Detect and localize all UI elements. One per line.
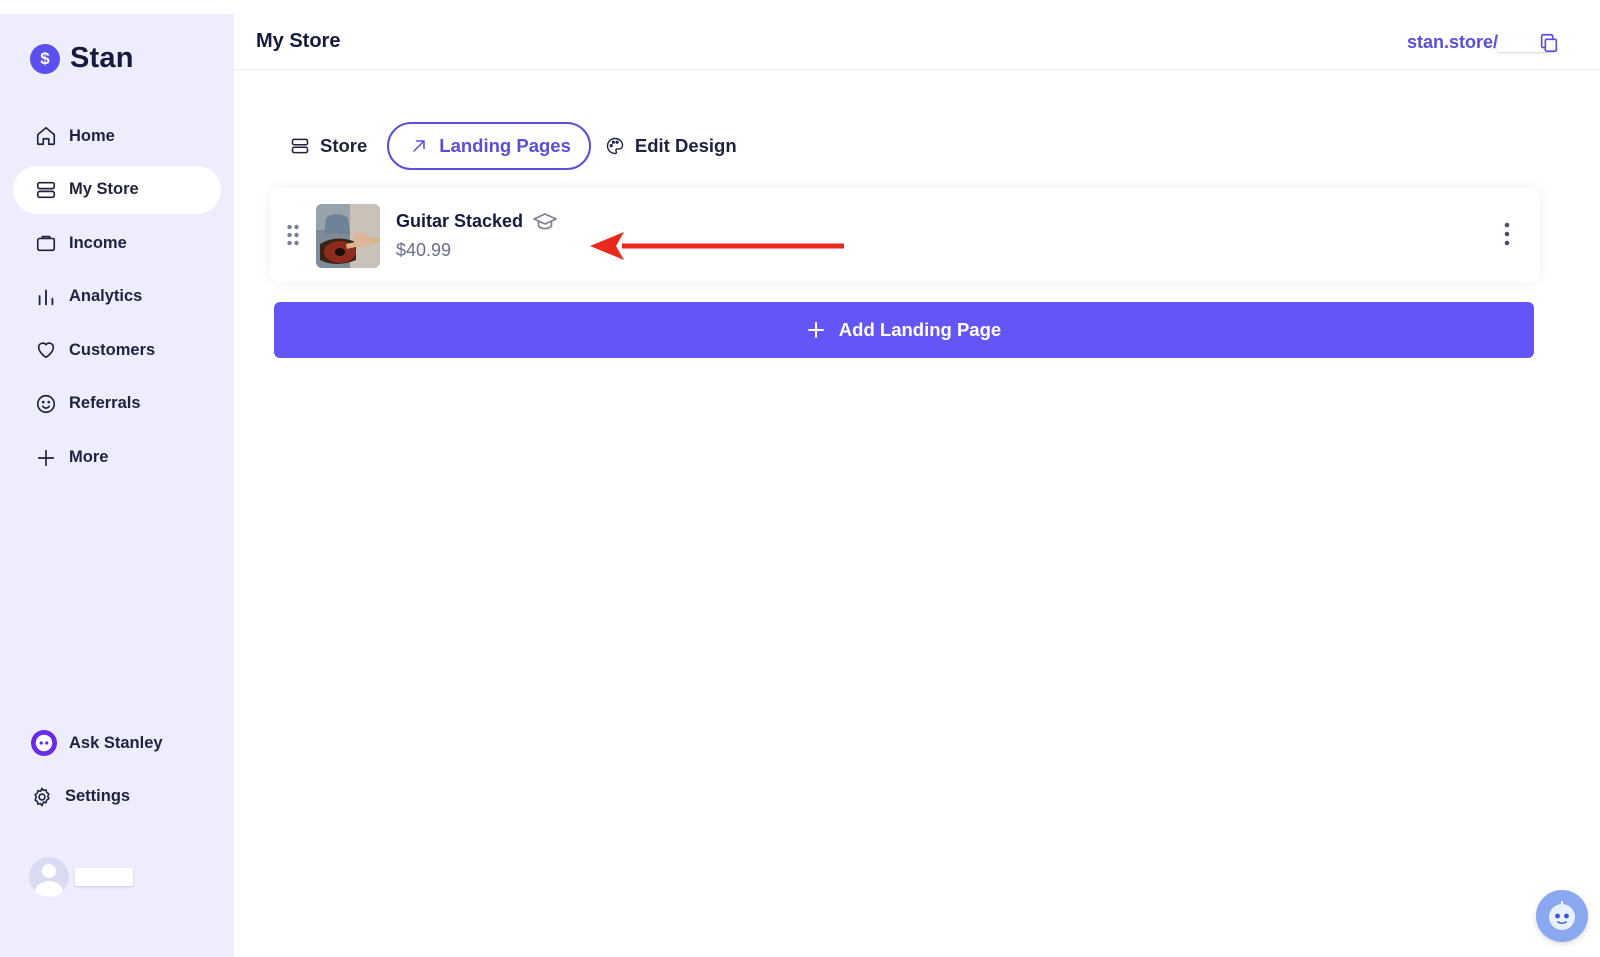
add-landing-page-label: Add Landing Page (838, 319, 1002, 340)
sidebar-item-ask-stanley[interactable]: Ask Stanley (13, 719, 221, 767)
sidebar-item-settings[interactable]: Settings (13, 773, 221, 821)
tab-edit-design[interactable]: Edit Design (591, 122, 757, 170)
page-title: My Store (256, 30, 341, 52)
heart-icon (37, 342, 55, 359)
tab-store[interactable]: Store (276, 122, 387, 170)
copy-icon[interactable] (1538, 32, 1560, 54)
home-icon (36, 126, 56, 146)
assistant-bot-button[interactable] (1536, 890, 1588, 942)
product-thumbnail (316, 204, 380, 268)
sidebar-item-label: Ask Stanley (69, 733, 163, 752)
stanley-icon (31, 730, 57, 756)
app-root: $ Stan Home My Store Income Analytics Cu… (0, 0, 1600, 957)
profile-menu[interactable] (29, 857, 133, 897)
sidebar-item-more[interactable]: More (13, 434, 221, 482)
add-landing-page-button[interactable]: Add Landing Page (274, 302, 1534, 358)
brand-name: Stan (70, 42, 134, 74)
sidebar-item-label: Income (69, 233, 127, 252)
tab-landing-pages[interactable]: Landing Pages (387, 122, 591, 170)
sidebar-item-label: Home (69, 126, 115, 145)
smiley-icon (36, 394, 56, 414)
brand-logo-icon: $ (30, 43, 60, 74)
plus-icon (807, 322, 824, 338)
tab-label: Edit Design (634, 135, 737, 156)
sidebar-item-label: Settings (65, 787, 131, 806)
plus-icon (37, 449, 55, 466)
sidebar-item-label: Customers (69, 340, 156, 359)
store-icon (291, 138, 309, 154)
drag-handle-icon[interactable] (286, 224, 300, 246)
sidebar-item-label: Referrals (69, 394, 141, 413)
sidebar-item-income[interactable]: Income (13, 219, 221, 267)
annotation-arrow-icon (590, 232, 844, 260)
graduation-cap-icon (533, 213, 557, 230)
sidebar-item-analytics[interactable]: Analytics (13, 273, 221, 321)
sidebar-item-customers[interactable]: Customers (13, 326, 221, 374)
bot-icon (1549, 901, 1575, 930)
sidebar-item-referrals[interactable]: Referrals (13, 380, 221, 428)
landing-page-card[interactable]: Guitar Stacked $40.99 (270, 188, 1540, 282)
store-tabs: Store Landing Pages Edit Design (276, 122, 757, 170)
brand[interactable]: $ Stan (30, 42, 134, 75)
avatar (29, 857, 69, 897)
product-price: $40.99 (396, 240, 452, 260)
sidebar-bottom-nav: Ask Stanley Settings (13, 719, 221, 826)
sidebar-item-label: My Store (69, 180, 139, 199)
tab-label: Store (320, 135, 368, 156)
sidebar-item-my-store[interactable]: My Store (13, 165, 221, 214)
sidebar-nav: Home My Store Income Analytics Customers… (13, 112, 221, 487)
sidebar-item-label: More (69, 448, 109, 467)
redacted-username (75, 868, 133, 886)
wallet-icon (36, 235, 56, 252)
page-header: My Store stan.store/ (234, 14, 1600, 70)
palette-icon (606, 137, 624, 155)
gear-icon (34, 787, 50, 807)
sidebar: $ Stan Home My Store Income Analytics Cu… (0, 14, 234, 957)
store-url-link[interactable]: stan.store/ (1407, 32, 1498, 53)
sidebar-item-home[interactable]: Home (13, 112, 221, 160)
more-options-icon[interactable] (1504, 222, 1510, 246)
top-strip (0, 0, 1600, 14)
sidebar-item-label: Analytics (69, 287, 143, 306)
store-icon (36, 181, 56, 198)
arrow-up-right-icon (413, 140, 426, 152)
bar-chart-icon (38, 289, 54, 306)
tab-label: Landing Pages (439, 135, 571, 156)
product-title: Guitar Stacked (396, 211, 524, 231)
